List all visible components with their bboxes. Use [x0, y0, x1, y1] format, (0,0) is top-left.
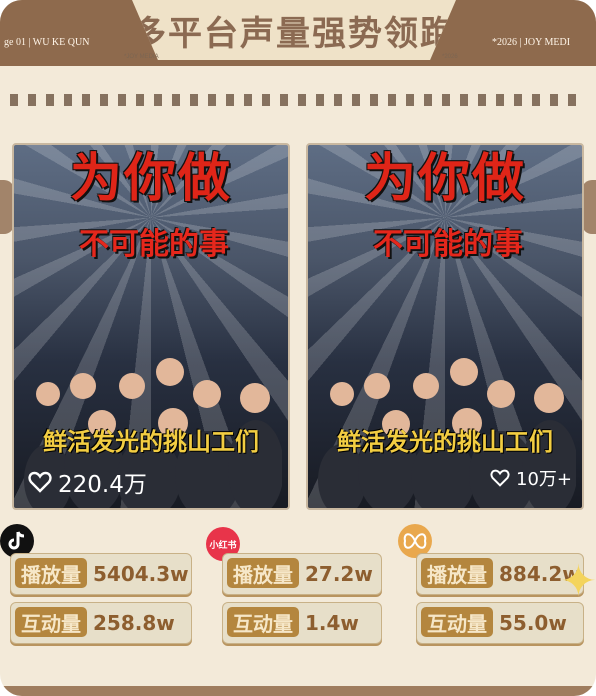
stat-label: 互动量 [421, 607, 493, 637]
stat-value: 27.2w [305, 562, 373, 586]
header-tiny-left: *JOY MEDIA [124, 54, 159, 60]
play-count-stat: 播放量 884.2w [416, 553, 584, 595]
stat-value: 1.4w [305, 611, 359, 635]
header-tiny-right: *2026 [442, 54, 458, 60]
heart-icon [28, 471, 52, 493]
stat-label: 播放量 [15, 558, 87, 588]
header-side-left: ge 01 | WU KE QUN [4, 37, 90, 48]
stat-value: 55.0w [499, 611, 567, 635]
poster-subtitle: 不可能的事 [79, 227, 229, 262]
stat-value: 258.8w [93, 611, 175, 635]
likes-count-right[interactable]: 10万+ [490, 465, 572, 491]
interaction-count-stat: 互动量 55.0w [416, 602, 584, 644]
xiaohongshu-label: 小红书 [209, 540, 237, 551]
likes-count-left[interactable]: 220.4万 [28, 465, 147, 499]
title-plate: 多平台声量强势领跑 [132, 0, 456, 60]
header-side-right: *2026 | JOY MEDI [492, 37, 571, 48]
stats-card: ge 01 | WU KE QUN *2026 | JOY MEDI 多平台声量… [0, 0, 596, 696]
likes-value: 10万+ [516, 469, 572, 490]
interaction-count-stat: 互动量 1.4w [222, 602, 382, 644]
stat-label: 互动量 [15, 607, 87, 637]
heart-icon [490, 469, 510, 487]
interaction-count-stat: 互动量 258.8w [10, 602, 192, 644]
dashed-divider [10, 94, 584, 106]
stat-label: 互动量 [227, 607, 299, 637]
poster-title: 为你做 [69, 148, 232, 209]
poster-caption: 鲜活发光的挑山工们 [43, 428, 259, 456]
carousel-next-button[interactable] [582, 180, 596, 234]
play-count-stat: 播放量 27.2w [222, 553, 382, 595]
footer-band [0, 686, 596, 696]
poster-title: 为你做 [363, 148, 526, 209]
page-title: 多平台声量强势领跑 [132, 14, 456, 54]
poster-card-left[interactable]: 为你做 不可能的事 鲜活发光的挑山工们 220.4万 [12, 143, 290, 510]
stat-label: 播放量 [227, 558, 299, 588]
stat-label: 播放量 [421, 558, 493, 588]
poster-card-right[interactable]: 为你做 不可能的事 鲜活发光的挑山工们 10万+ [306, 143, 584, 510]
stat-value: 5404.3w [93, 562, 189, 586]
likes-value: 220.4万 [58, 472, 147, 498]
poster-caption: 鲜活发光的挑山工们 [337, 428, 553, 456]
poster-subtitle: 不可能的事 [373, 227, 523, 262]
sparkle-decoration: ✦ [560, 556, 596, 607]
play-count-stat: 播放量 5404.3w [10, 553, 192, 595]
